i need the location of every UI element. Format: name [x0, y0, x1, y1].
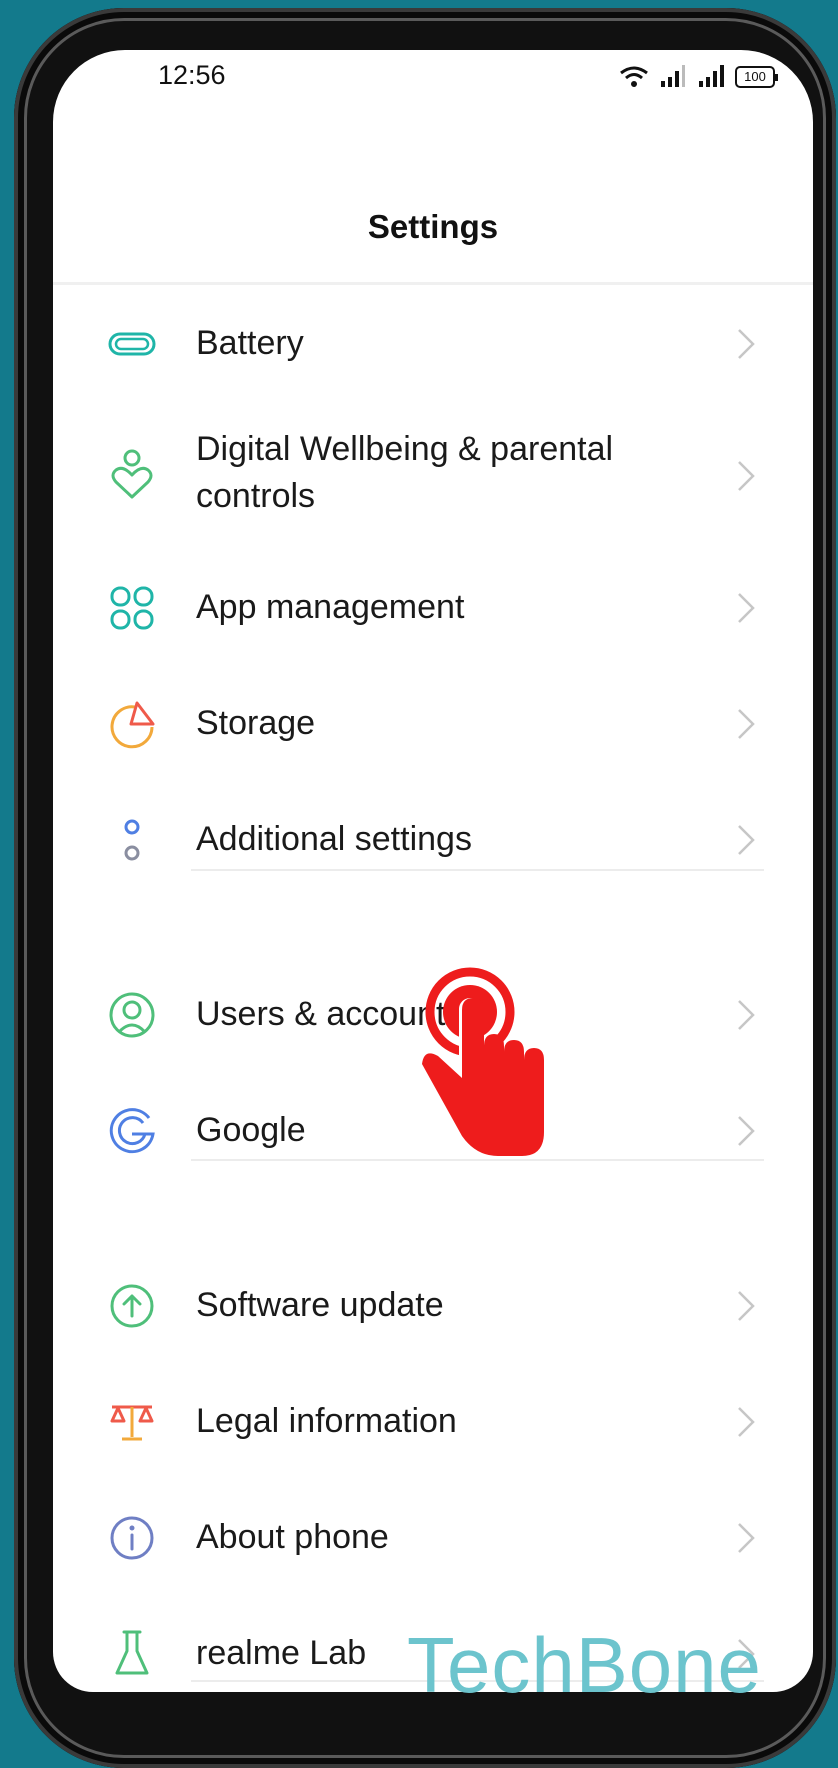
settings-item-label: Google	[196, 1111, 306, 1149]
pie-chart-icon	[110, 701, 155, 749]
info-icon	[110, 1516, 154, 1560]
signal-icon	[699, 65, 724, 87]
status-time: 12:56	[158, 60, 226, 90]
chevron-right-icon	[738, 461, 755, 491]
arrow-up-circle-icon	[110, 1284, 154, 1328]
status-bar: 12:56 100	[53, 50, 813, 110]
settings-item-software-update[interactable]: Software update	[53, 1248, 813, 1364]
chevron-right-icon	[738, 1523, 755, 1553]
settings-item-additional-settings[interactable]: Additional settings	[53, 782, 813, 898]
chevron-right-icon	[738, 593, 755, 623]
status-icons: 100	[619, 64, 778, 90]
settings-item-digital-wellbeing[interactable]: Digital Wellbeing & parental controls	[53, 402, 813, 550]
user-circle-icon	[109, 992, 155, 1038]
settings-item-label: About phone	[196, 1518, 389, 1556]
scales-icon	[110, 1405, 154, 1441]
google-icon	[109, 1108, 155, 1154]
chevron-right-icon	[738, 825, 755, 855]
settings-item-app-management[interactable]: App management	[53, 550, 813, 666]
settings-item-legal-information[interactable]: Legal information	[53, 1364, 813, 1480]
signal-icon	[661, 65, 685, 87]
settings-item-label: Additional settings	[196, 820, 472, 858]
settings-item-label: App management	[196, 588, 465, 626]
settings-item-label: realme Lab	[196, 1634, 367, 1672]
chevron-right-icon	[738, 1407, 755, 1437]
flask-icon	[115, 1630, 149, 1675]
chevron-right-icon	[738, 1000, 755, 1030]
chevron-right-icon	[738, 1291, 755, 1321]
header: Settings	[53, 110, 813, 285]
tap-pointer-icon	[422, 967, 544, 1156]
settings-item-label: Storage	[196, 704, 316, 742]
battery-icon	[108, 332, 156, 356]
chevron-right-icon	[738, 1116, 755, 1146]
settings-item-about-phone[interactable]: About phone	[53, 1480, 813, 1596]
battery-status-icon: 100	[735, 66, 778, 88]
watermark: TechBone	[407, 1621, 762, 1709]
settings-item-label: Legal information	[196, 1402, 457, 1440]
phone-screen: 12:56 100 Settings Battery Digital Wellb…	[53, 50, 813, 1692]
settings-item-battery[interactable]: Battery	[53, 286, 813, 402]
battery-level: 100	[744, 69, 766, 84]
dots-icon	[124, 819, 140, 861]
wifi-icon	[620, 66, 648, 87]
section-divider	[191, 869, 764, 871]
chevron-right-icon	[738, 709, 755, 739]
chevron-right-icon	[738, 329, 755, 359]
heart-person-icon	[111, 449, 153, 499]
settings-item-label: Software update	[196, 1286, 444, 1324]
settings-item-storage[interactable]: Storage	[53, 666, 813, 782]
settings-item-label: Battery	[196, 324, 304, 362]
apps-icon	[110, 586, 154, 630]
settings-item-label: Digital Wellbeing & parental controls	[196, 430, 614, 515]
page-title: Settings	[367, 208, 499, 245]
